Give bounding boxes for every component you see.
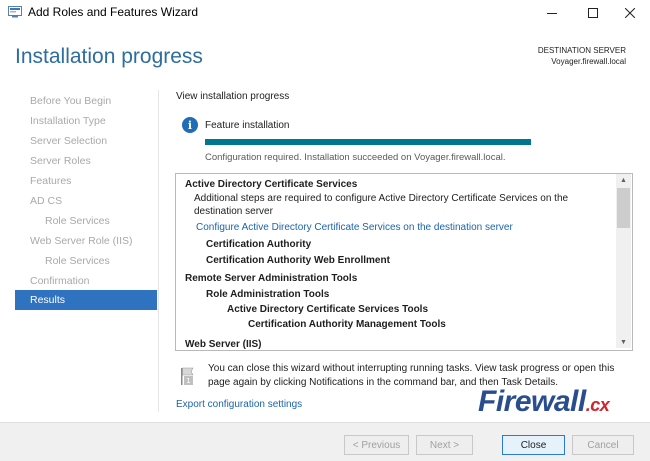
configure-adcs-link[interactable]: Configure Active Directory Certificate S… xyxy=(196,222,513,233)
nav-item-features[interactable]: Features xyxy=(15,171,157,191)
progress-fill xyxy=(205,139,531,145)
result-adcs-note-line2: destination server xyxy=(194,206,273,217)
minimize-icon xyxy=(547,12,557,14)
result-rsat-title: Remote Server Administration Tools xyxy=(185,273,358,284)
nav-item-server-roles[interactable]: Server Roles xyxy=(15,151,157,171)
notification-flag-icon: 1 xyxy=(181,367,194,385)
nav-item-results[interactable]: Results xyxy=(15,290,157,310)
cancel-button[interactable]: Cancel xyxy=(572,435,634,455)
previous-button[interactable]: < Previous xyxy=(344,435,409,455)
result-role-admin-tools: Role Administration Tools xyxy=(206,289,330,300)
nav-item-server-selection[interactable]: Server Selection xyxy=(15,131,157,151)
window-title: Add Roles and Features Wizard xyxy=(28,5,199,19)
result-adcs-tools: Active Directory Certificate Services To… xyxy=(227,304,429,315)
result-ca-management-tools: Certification Authority Management Tools xyxy=(248,319,446,330)
nav-item-confirmation[interactable]: Confirmation xyxy=(15,271,157,291)
watermark-tld: .cx xyxy=(585,395,610,415)
info-icon: i xyxy=(182,117,198,133)
maximize-icon xyxy=(588,7,598,18)
scrollbar-thumb[interactable] xyxy=(617,188,630,228)
result-adcs-note-line1: Additional steps are required to configu… xyxy=(194,193,569,204)
scroll-up-arrow-icon[interactable]: ▲ xyxy=(616,174,631,186)
close-wizard-hint-line1: You can close this wizard without interr… xyxy=(208,363,615,374)
result-iis-title: Web Server (IIS) xyxy=(185,339,262,350)
nav-item-before-you-begin[interactable]: Before You Begin xyxy=(15,91,157,111)
feature-installation-label: Feature installation xyxy=(205,120,290,131)
close-window-button[interactable] xyxy=(610,0,650,25)
export-configuration-link[interactable]: Export configuration settings xyxy=(176,399,302,410)
installation-progress-bar xyxy=(205,139,531,145)
nav-item-installation-type[interactable]: Installation Type xyxy=(15,111,157,131)
firewall-cx-watermark: Firewall.cx xyxy=(478,385,610,419)
destination-server-value: Voyager.firewall.local xyxy=(551,57,626,66)
close-button[interactable]: Close xyxy=(502,435,565,455)
scroll-down-arrow-icon[interactable]: ▼ xyxy=(616,336,631,348)
close-icon xyxy=(625,7,635,18)
next-button[interactable]: Next > xyxy=(416,435,473,455)
watermark-brand: Firewall xyxy=(478,385,586,418)
maximize-button[interactable] xyxy=(573,0,613,25)
nav-item-ad-cs[interactable]: AD CS xyxy=(15,191,157,211)
result-certification-authority: Certification Authority xyxy=(206,239,312,250)
nav-item-iis-role-services[interactable]: Role Services xyxy=(15,251,157,271)
nav-item-adcs-role-services[interactable]: Role Services xyxy=(15,211,157,231)
installation-status: Configuration required. Installation suc… xyxy=(205,152,506,163)
view-progress-heading: View installation progress xyxy=(176,91,290,102)
minimize-button[interactable] xyxy=(532,0,572,25)
results-list[interactable]: Active Directory Certificate Services Ad… xyxy=(175,173,633,351)
destination-server-label: DESTINATION SERVER xyxy=(537,46,626,55)
result-ca-web-enrollment: Certification Authority Web Enrollment xyxy=(206,255,390,266)
page-title: Installation progress xyxy=(15,45,203,68)
result-adcs-title: Active Directory Certificate Services xyxy=(185,179,358,190)
svg-text:1: 1 xyxy=(186,377,190,385)
nav-divider xyxy=(158,90,159,412)
server-manager-icon xyxy=(8,6,22,18)
nav-item-web-server-role[interactable]: Web Server Role (IIS) xyxy=(15,231,157,251)
